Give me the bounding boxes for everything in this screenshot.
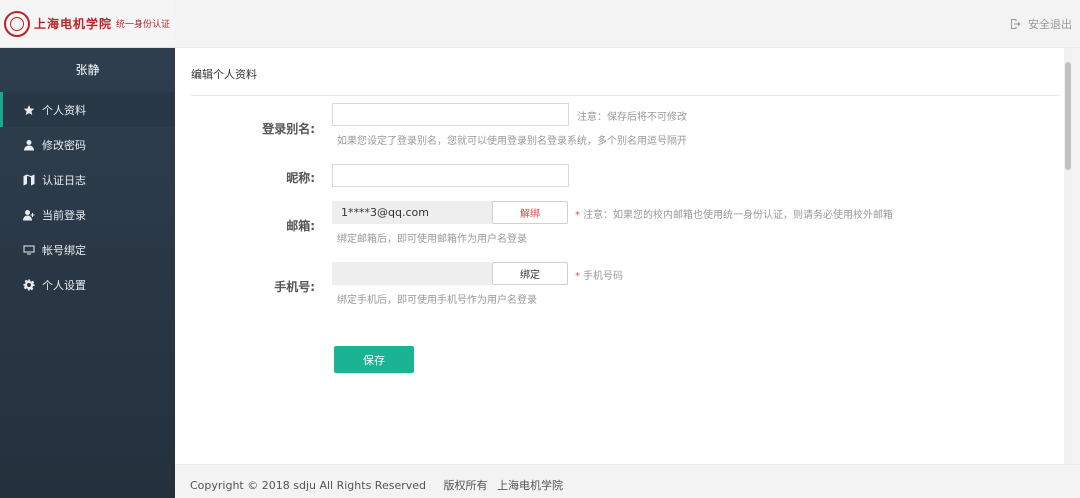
alias-input[interactable] xyxy=(332,103,569,126)
sidebar-item-label: 个人设置 xyxy=(42,278,86,292)
required-star: * xyxy=(575,210,580,221)
sidebar-item-personal-settings[interactable]: 个人设置 xyxy=(0,267,175,302)
footer-rights: 版权所有 xyxy=(443,479,488,492)
brand-sub: 统一身份认证 xyxy=(116,20,171,30)
top-bar: 安全退出 xyxy=(175,0,1080,48)
email-input[interactable] xyxy=(332,201,492,224)
phone-input[interactable] xyxy=(332,262,492,285)
panel-divider xyxy=(191,95,1060,96)
logout-label: 安全退出 xyxy=(1028,18,1072,31)
alias-hint: 如果您设定了登录别名，您就可以使用登录别名登录系统，多个别名用逗号隔开 xyxy=(337,136,687,147)
phone-label: 手机号: xyxy=(274,280,315,294)
email-label: 邮箱: xyxy=(286,219,315,233)
phone-note-text: 手机号码 xyxy=(583,271,623,282)
phone-hint: 绑定手机后，即可使用手机号作为用户名登录 xyxy=(337,295,537,306)
email-hint: 绑定邮箱后，即可使用邮箱作为用户名登录 xyxy=(337,234,527,245)
gear-icon xyxy=(22,278,36,292)
sidebar-item-current-login[interactable]: 当前登录 xyxy=(0,197,175,232)
scrollbar[interactable] xyxy=(1064,48,1072,464)
user-icon xyxy=(22,138,36,152)
logo-bar: 上海电机学院 统一身份认证 xyxy=(0,0,175,48)
user-name: 张静 xyxy=(75,63,100,77)
logout-link[interactable]: 安全退出 xyxy=(1010,16,1072,32)
sidebar-item-account-binding[interactable]: 帐号绑定 xyxy=(0,232,175,267)
monitor-icon xyxy=(22,243,36,257)
panel-title: 编辑个人资料 xyxy=(191,68,257,81)
star-icon xyxy=(22,103,36,117)
email-note-text: 注意：如果您的校内邮箱也使用统一身份认证，则请务必使用校外邮箱 xyxy=(583,210,893,221)
brand-name: 上海电机学院 xyxy=(34,17,113,31)
footer-org: 上海电机学院 xyxy=(497,479,563,492)
map-icon xyxy=(22,173,36,187)
sidebar-item-profile[interactable]: 个人资料 xyxy=(0,92,175,127)
sidebar-item-label: 认证日志 xyxy=(42,173,86,187)
sidebar-item-label: 当前登录 xyxy=(42,208,86,222)
unbind-email-button[interactable]: 解绑 xyxy=(492,201,568,224)
nickname-label: 昵称: xyxy=(286,171,315,185)
email-note: * 注意：如果您的校内邮箱也使用统一身份认证，则请务必使用校外邮箱 xyxy=(575,206,893,221)
required-star: * xyxy=(575,271,580,282)
sidebar-item-auth-log[interactable]: 认证日志 xyxy=(0,162,175,197)
footer-copyright: Copyright © 2018 sdju All Rights Reserve… xyxy=(190,479,426,492)
user-add-icon xyxy=(22,208,36,222)
bind-phone-button[interactable]: 绑定 xyxy=(492,262,568,285)
sidebar-item-change-password[interactable]: 修改密码 xyxy=(0,127,175,162)
nickname-input[interactable] xyxy=(332,164,569,187)
alias-note: 注意：保存后将不可修改 xyxy=(577,112,687,123)
sidebar-item-label: 修改密码 xyxy=(42,138,86,152)
footer: Copyright © 2018 sdju All Rights Reserve… xyxy=(175,464,1080,498)
main-panel: 编辑个人资料 登录别名: 注意：保存后将不可修改 如果您设定了登录别名，您就可以… xyxy=(175,48,1072,464)
school-seal-logo xyxy=(4,10,30,37)
save-button[interactable]: 保存 xyxy=(334,346,414,373)
sign-out-icon xyxy=(1011,19,1021,29)
scrollbar-thumb[interactable] xyxy=(1065,62,1071,170)
phone-note: * 手机号码 xyxy=(575,267,623,282)
sidebar-item-label: 帐号绑定 xyxy=(42,243,86,257)
sidebar: 上海电机学院 统一身份认证 张静 个人资料 修改密码 认证日志 当前登录 帐号绑… xyxy=(0,0,175,498)
alias-label: 登录别名: xyxy=(262,122,315,136)
footer-text: Copyright © 2018 sdju All Rights Reserve… xyxy=(190,477,577,493)
sidebar-item-label: 个人资料 xyxy=(42,103,86,117)
